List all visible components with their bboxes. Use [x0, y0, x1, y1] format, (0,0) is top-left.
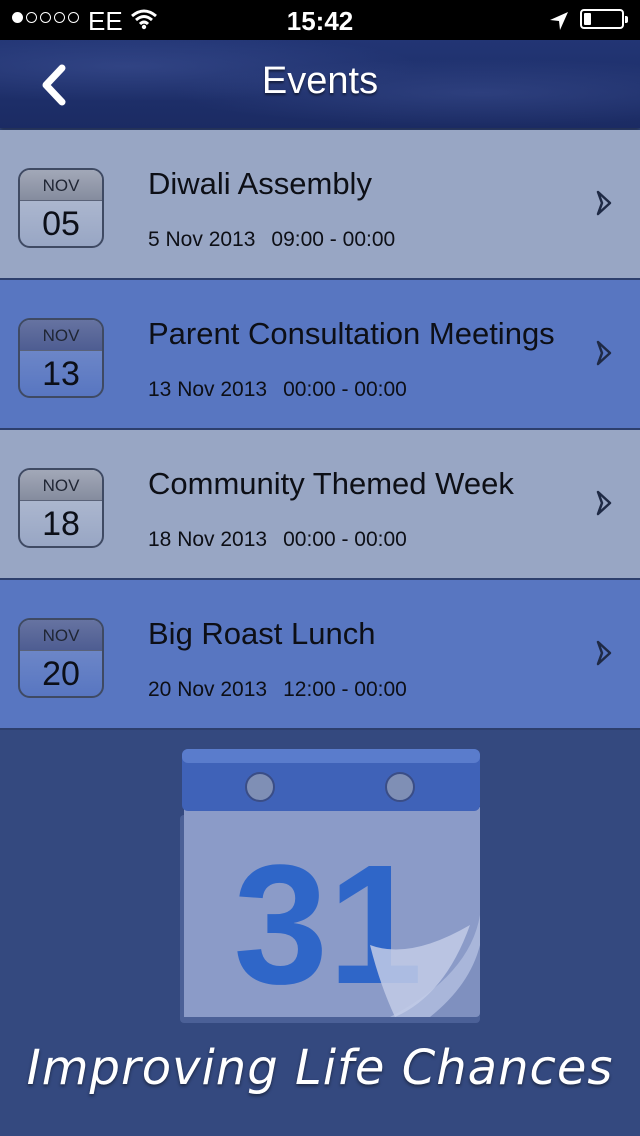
battery-icon — [580, 9, 628, 29]
event-time: 12:00 - 00:00 — [283, 678, 407, 701]
event-title: Diwali Assembly — [148, 166, 372, 201]
chevron-right-icon — [596, 190, 612, 216]
event-date: 18 Nov 2013 — [148, 528, 268, 551]
status-bar: EE 15:42 — [0, 0, 640, 40]
event-meta: 18 Nov 2013 00:00 - 00:00 — [148, 528, 407, 552]
event-time: 09:00 - 00:00 — [271, 228, 396, 251]
location-arrow-icon — [550, 12, 568, 30]
event-time: 00:00 - 00:00 — [283, 378, 407, 401]
event-month: NOV — [20, 170, 102, 201]
event-title: Parent Consultation Meetings — [148, 316, 555, 351]
event-month: NOV — [20, 470, 102, 501]
date-badge: NOV 18 — [18, 468, 104, 548]
event-day: 13 — [42, 355, 80, 393]
status-time: 15:42 — [286, 6, 354, 36]
event-title: Community Themed Week — [148, 466, 514, 501]
event-title: Big Roast Lunch — [148, 616, 376, 651]
event-meta: 20 Nov 2013 12:00 - 00:00 — [148, 678, 407, 702]
event-date: 5 Nov 2013 — [148, 228, 256, 251]
footer-tagline: Improving Life Chances — [26, 1040, 614, 1096]
chevron-right-icon — [596, 340, 612, 366]
event-day: 18 — [42, 505, 80, 543]
event-day: 05 — [42, 205, 80, 243]
event-row[interactable]: NOV 13 Parent Consultation Meetings 13 N… — [0, 280, 640, 430]
event-date: 20 Nov 2013 — [148, 678, 268, 701]
event-row[interactable]: NOV 18 Community Themed Week 18 Nov 2013… — [0, 430, 640, 580]
event-date: 13 Nov 2013 — [148, 378, 268, 401]
chevron-right-icon — [596, 490, 612, 516]
event-month: NOV — [20, 320, 102, 351]
date-badge: NOV 20 — [18, 618, 104, 698]
event-meta: 5 Nov 2013 09:00 - 00:00 — [148, 228, 395, 252]
event-month: NOV — [20, 620, 102, 651]
events-list: NOV 05 Diwali Assembly 5 Nov 2013 09:00 -… — [0, 130, 640, 730]
navigation-bar: Events — [0, 40, 640, 128]
event-time: 00:00 - 00:00 — [283, 528, 407, 551]
page-title: Events — [261, 60, 379, 102]
event-meta: 13 Nov 2013 00:00 - 00:00 — [148, 378, 407, 402]
date-badge: NOV 13 — [18, 318, 104, 398]
calendar-icon: 31 — [180, 749, 480, 1023]
date-badge: NOV 05 — [18, 168, 104, 248]
event-row[interactable]: NOV 05 Diwali Assembly 5 Nov 2013 09:00 -… — [0, 130, 640, 280]
chevron-right-icon — [596, 640, 612, 666]
event-row[interactable]: NOV 20 Big Roast Lunch 20 Nov 2013 12:00 … — [0, 580, 640, 730]
event-day: 20 — [42, 655, 80, 693]
